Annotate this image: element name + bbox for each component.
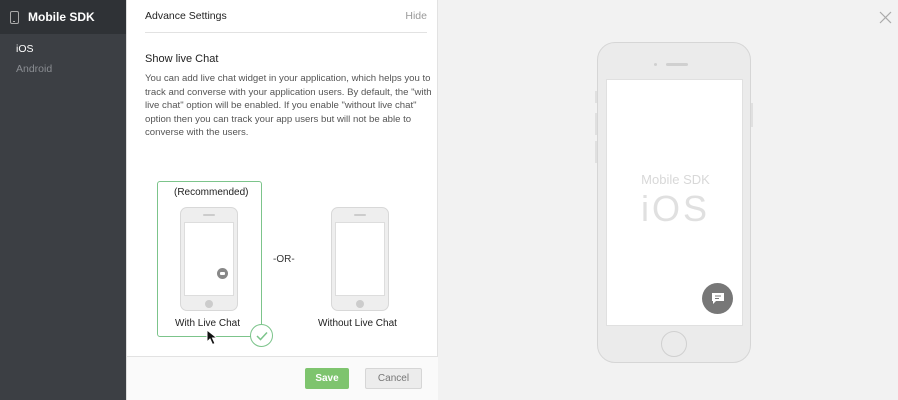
or-separator: -OR- [273, 254, 295, 265]
phone-screen [335, 222, 385, 296]
check-icon [250, 324, 273, 347]
save-button[interactable]: Save [305, 368, 349, 389]
home-button [356, 300, 364, 308]
phone-home-button [661, 331, 687, 357]
sidebar-item-android[interactable]: Android [0, 59, 126, 79]
mobile-phone-icon [10, 10, 19, 24]
panel-title: Advance Settings [145, 10, 227, 22]
sidebar-header: Mobile SDK [0, 0, 126, 34]
speaker [354, 214, 366, 216]
phone-with-chat-illustration[interactable] [180, 207, 238, 311]
phone-camera [654, 63, 657, 66]
sidebar-item-ios[interactable]: iOS [0, 39, 126, 59]
sidebar-title: Mobile SDK [28, 10, 95, 24]
description-text: You can add live chat widget in your app… [145, 73, 432, 138]
section-title: Show live Chat [145, 53, 219, 65]
chat-bubble-icon [702, 283, 733, 314]
hide-link[interactable]: Hide [405, 10, 427, 22]
phone-side-button [595, 91, 597, 103]
phone-side-button [595, 113, 597, 135]
phone-speaker [666, 63, 688, 66]
with-live-chat-label[interactable]: With Live Chat [175, 318, 240, 329]
phone-side-button [595, 141, 597, 163]
phone-without-chat-illustration[interactable] [331, 207, 389, 311]
chat-bubble-icon [217, 268, 228, 279]
recommended-label: (Recommended) [174, 187, 249, 198]
speaker [203, 214, 215, 216]
without-live-chat-label[interactable]: Without Live Chat [318, 318, 397, 329]
preview-title: Mobile SDK [641, 172, 710, 187]
cancel-button[interactable]: Cancel [365, 368, 422, 389]
sidebar: Mobile SDK iOS Android [0, 0, 126, 400]
preview-screen: Mobile SDK iOS [606, 79, 743, 326]
phone-screen [184, 222, 234, 296]
close-icon[interactable] [879, 11, 892, 24]
home-button [205, 300, 213, 308]
preview-phone: Mobile SDK iOS [595, 42, 753, 363]
panel-header: Advance Settings Hide [145, 0, 427, 33]
phone-side-button [751, 103, 753, 127]
mouse-cursor-icon [206, 328, 222, 349]
preview-platform: iOS [640, 188, 710, 229]
